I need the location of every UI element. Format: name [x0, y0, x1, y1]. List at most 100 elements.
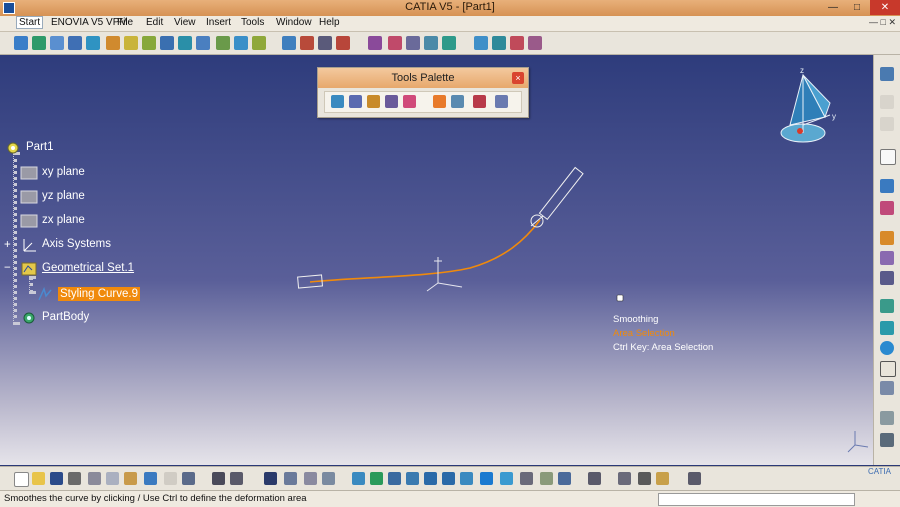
render-icon[interactable] [880, 433, 894, 447]
measure-icon[interactable] [322, 472, 335, 485]
table-icon[interactable] [264, 472, 277, 485]
sphere-icon[interactable] [880, 341, 894, 355]
mesh-icon[interactable] [492, 36, 506, 50]
open-icon[interactable] [32, 472, 45, 485]
undo-palette-icon[interactable] [473, 95, 486, 108]
surface-tool-icon[interactable] [880, 381, 894, 395]
sketch-plane-icon[interactable] [588, 472, 601, 485]
zoom-out-icon[interactable] [442, 472, 455, 485]
links-icon[interactable] [304, 472, 317, 485]
plane-tool-icon[interactable] [385, 95, 398, 108]
net-surface-icon[interactable] [68, 36, 82, 50]
lock-icon[interactable] [656, 472, 669, 485]
menu-window[interactable]: Window [276, 17, 312, 28]
connect-icon[interactable] [300, 36, 314, 50]
palette-close-button[interactable]: × [512, 72, 524, 84]
light-icon[interactable] [406, 36, 420, 50]
arrange-icon[interactable] [618, 472, 631, 485]
fillet-icon[interactable] [142, 36, 156, 50]
curvature-tool-icon[interactable] [349, 95, 362, 108]
reflect-icon[interactable] [442, 36, 456, 50]
menu-insert[interactable]: Insert [206, 17, 231, 28]
menu-edit[interactable]: Edit [146, 17, 163, 28]
shading-icon[interactable] [500, 472, 513, 485]
arrow-tool-icon[interactable] [880, 299, 894, 313]
maximize-button[interactable]: □ [846, 0, 868, 15]
xyz-icon[interactable] [880, 201, 894, 215]
redo-icon[interactable] [164, 472, 177, 485]
catalog-icon[interactable] [284, 472, 297, 485]
pan-icon[interactable] [388, 472, 401, 485]
axis-tool-icon[interactable] [495, 95, 508, 108]
offset-icon[interactable] [106, 36, 120, 50]
translate-icon[interactable] [216, 36, 230, 50]
zoom-in-icon[interactable] [424, 472, 437, 485]
command-input[interactable] [658, 493, 855, 506]
whats-this-icon[interactable] [182, 472, 195, 485]
eraser-icon[interactable] [403, 95, 416, 108]
snap-icon[interactable] [451, 95, 464, 108]
new-icon[interactable] [14, 472, 29, 487]
environment-icon[interactable] [424, 36, 438, 50]
menu-start[interactable]: Start [16, 16, 44, 29]
layer-icon[interactable] [252, 36, 266, 50]
paste-icon[interactable] [124, 472, 137, 485]
normal-view-icon[interactable] [460, 472, 473, 485]
workbench-icon[interactable] [880, 67, 894, 81]
mdi-window-controls[interactable]: — □ ✕ [869, 17, 896, 28]
curvature-icon[interactable] [318, 36, 332, 50]
symmetry-icon[interactable] [196, 36, 210, 50]
apply-material-icon[interactable] [474, 36, 488, 50]
rotate-view-bottom-icon[interactable] [406, 472, 419, 485]
tools-palette[interactable]: Tools Palette × [317, 67, 529, 118]
menu-help[interactable]: Help [319, 17, 340, 28]
polygon-icon[interactable] [880, 321, 894, 335]
box-icon[interactable] [880, 361, 896, 377]
plane-system-icon[interactable] [880, 179, 894, 193]
pencil-icon[interactable] [880, 251, 894, 265]
disabled-tool-icon[interactable] [880, 117, 894, 131]
shade-icon[interactable] [388, 36, 402, 50]
palette-title[interactable]: Tools Palette [318, 68, 528, 88]
trim-icon[interactable] [160, 36, 174, 50]
menu-tools[interactable]: Tools [241, 17, 264, 28]
copy-icon[interactable] [106, 472, 119, 485]
print-icon[interactable] [68, 472, 81, 485]
compass-icon[interactable] [780, 73, 831, 143]
grid-icon[interactable] [510, 36, 524, 50]
match-icon[interactable] [178, 36, 192, 50]
analysis-icon[interactable] [282, 36, 296, 50]
freeze-icon[interactable] [433, 95, 446, 108]
compass-tool-icon[interactable] [368, 36, 382, 50]
curve-end-control[interactable] [538, 166, 584, 221]
menu-file[interactable]: File [117, 17, 133, 28]
close-button[interactable]: ✕ [870, 0, 900, 15]
disabled-tool-icon[interactable] [880, 95, 894, 109]
surface-icon[interactable] [50, 36, 64, 50]
fly-mode-icon[interactable] [352, 472, 365, 485]
project-icon[interactable] [367, 95, 380, 108]
status-buttons[interactable] [866, 493, 896, 504]
paint-icon[interactable] [880, 231, 894, 245]
iso-view-icon[interactable] [480, 472, 493, 485]
tangency-icon[interactable] [331, 95, 344, 108]
clipping-icon[interactable] [528, 36, 542, 50]
formula-icon[interactable] [212, 472, 225, 485]
render-style-icon[interactable] [558, 472, 571, 485]
styling-curve[interactable] [309, 219, 541, 283]
cut-icon[interactable] [88, 472, 101, 485]
manipulator-icon[interactable] [638, 472, 651, 485]
blend-icon[interactable] [124, 36, 138, 50]
rotate-icon[interactable] [234, 36, 248, 50]
undo-icon[interactable] [144, 472, 157, 485]
hide-show-icon[interactable] [520, 472, 533, 485]
save-icon[interactable] [50, 472, 63, 485]
video-icon[interactable] [688, 472, 701, 485]
distance-icon[interactable] [336, 36, 350, 50]
menu-view[interactable]: View [174, 17, 196, 28]
sketch-curve-icon[interactable] [14, 36, 28, 50]
3d-curve-icon[interactable] [32, 36, 46, 50]
knowledge-icon[interactable] [230, 472, 243, 485]
minimize-button[interactable]: — [822, 0, 844, 15]
dashboard-icon[interactable] [880, 271, 894, 285]
